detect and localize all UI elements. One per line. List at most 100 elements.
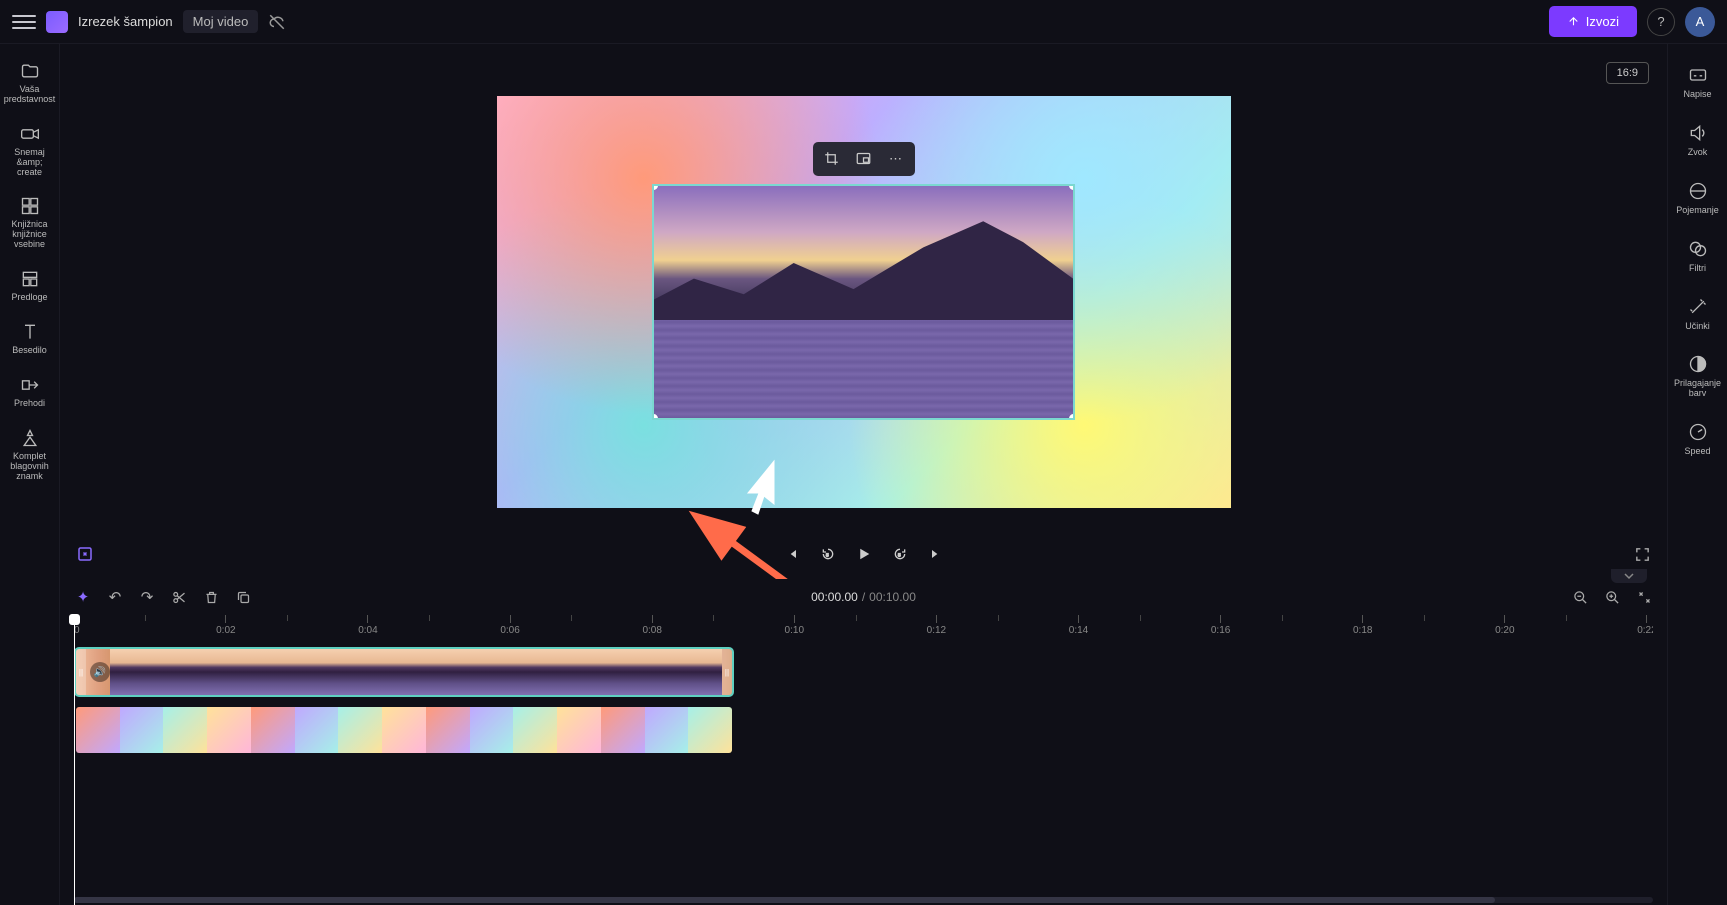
duplicate-button[interactable] [234,588,252,606]
aspect-ratio-badge[interactable]: 16:9 [1606,62,1649,84]
clip-audio-icon[interactable]: 🔊 [90,662,110,682]
panel-item-fade[interactable]: Pojemanje [1668,174,1727,222]
export-label: Izvozi [1586,14,1619,29]
panel-label: Speed [1684,447,1710,457]
speed-icon [1687,421,1709,443]
sidebar-label: Snemaj &amp; create [2,148,57,178]
panel-item-effects[interactable]: Učinki [1668,290,1727,338]
panel-item-audio[interactable]: Zvok [1668,116,1727,164]
panel-label: Prilagajanje barv [1674,379,1721,399]
clip-toolbar: ⋯ [813,142,915,176]
skip-start-button[interactable] [783,545,801,563]
cloud-off-icon [268,13,286,31]
right-sidebar: Napise Zvok Pojemanje Filtri Učinki Pril… [1667,44,1727,905]
video-title[interactable]: Moj video [183,10,259,33]
camera-icon [19,123,41,145]
crop-button[interactable] [819,147,845,171]
timecode: 00:00.00 / 00:10.00 [811,590,916,604]
ruler-tick: 0:06 [500,615,519,637]
library-icon [19,195,41,217]
redo-button[interactable]: ↷ [138,588,156,606]
user-avatar[interactable]: A [1685,7,1715,37]
undo-button[interactable]: ↶ [106,588,124,606]
timeline-scrollbar[interactable] [74,897,1653,903]
timeline-toolbar: ✦ ↶ ↷ 00:00.00 / 00:10.00 [60,579,1667,615]
delete-button[interactable] [202,588,220,606]
panel-item-speed[interactable]: Speed [1668,415,1727,463]
brand-name: Izrezek šampion [78,14,173,29]
text-icon [19,321,41,343]
video-track-2[interactable] [74,705,1653,755]
sidebar-item-library[interactable]: Knjižnica knjižnice vsebine [0,189,59,256]
total-time: 00:10.00 [869,590,916,604]
sidebar-item-transitions[interactable]: Prehodi [0,368,59,415]
panel-label: Pojemanje [1676,206,1719,216]
resize-handle-br[interactable] [1069,414,1075,420]
auto-compose-button[interactable] [76,545,94,563]
ruler-tick: 0:02 [216,615,235,637]
panel-label: Napise [1683,90,1711,100]
fade-icon [1687,180,1709,202]
sidebar-label: Besedilo [12,346,47,356]
split-button[interactable] [170,588,188,606]
sidebar-item-text[interactable]: Besedilo [0,315,59,362]
folder-icon [19,60,41,82]
panel-item-captions[interactable]: Napise [1668,58,1727,106]
sidebar-label: Predloge [11,293,47,303]
templates-icon [19,268,41,290]
panel-item-filters[interactable]: Filtri [1668,232,1727,280]
fwd5-button[interactable]: 5 [891,545,909,563]
resize-handle-bl[interactable] [652,414,658,420]
help-button[interactable]: ? [1647,8,1675,36]
panel-label: Učinki [1685,322,1710,332]
preview-canvas[interactable]: ⋯ ↻ [497,96,1231,508]
timeline-panel: ✦ ↶ ↷ 00:00.00 / 00:10.00 00:020:040:060… [60,579,1667,905]
fullscreen-button[interactable] [1634,546,1651,563]
clip-trim-right[interactable]: || [722,649,732,695]
back5-button[interactable]: 5 [819,545,837,563]
brandkit-icon [19,427,41,449]
sidebar-label: Komplet blagovnih znamk [2,452,57,482]
selected-clip[interactable]: ↻ [652,184,1075,420]
filters-icon [1687,238,1709,260]
skip-end-button[interactable] [927,545,945,563]
sidebar-item-record[interactable]: Snemaj &amp; create [0,117,59,184]
timeline-clip-background[interactable] [74,705,734,755]
speaker-icon [1687,122,1709,144]
video-track-1[interactable]: || 🔊 || [74,647,1653,697]
ruler-tick: 0:04 [358,615,377,637]
app-logo [46,11,68,33]
timeline-clip-video[interactable]: || 🔊 || [74,647,734,697]
fit-button[interactable] [1635,588,1653,606]
panel-item-coloradj[interactable]: Prilagajanje barv [1668,347,1727,405]
sidebar-item-media[interactable]: Vaša predstavnost [0,54,59,111]
time-ruler[interactable]: 00:020:040:060:080:100:120:140:160:180:2… [74,615,1653,637]
menu-button[interactable] [12,10,36,34]
sidebar-item-brandkit[interactable]: Komplet blagovnih znamk [0,421,59,488]
more-button[interactable]: ⋯ [883,147,909,171]
contrast-icon [1687,353,1709,375]
transitions-icon [19,374,41,396]
stage-area: 16:9 ⋯ ↻ [60,44,1667,579]
ruler-tick: 0:18 [1353,615,1372,637]
play-button[interactable] [855,545,873,563]
zoom-out-button[interactable] [1571,588,1589,606]
resize-handle-tr[interactable] [1069,184,1075,190]
ruler-tick: 0:08 [642,615,661,637]
clip-trim-left[interactable]: || [76,649,86,695]
playhead[interactable] [74,615,75,905]
resize-handle-tl[interactable] [652,184,658,190]
export-button[interactable]: Izvozi [1549,6,1637,37]
tracks-area[interactable]: || 🔊 || [60,637,1667,905]
sidebar-item-templates[interactable]: Predloge [0,262,59,309]
svg-text:5: 5 [898,553,901,558]
ruler-tick: 0:12 [927,615,946,637]
zoom-in-button[interactable] [1603,588,1621,606]
pip-button[interactable] [851,147,877,171]
playback-controls: 5 5 [60,529,1667,579]
svg-text:5: 5 [826,553,829,558]
ruler-tick: 0:10 [785,615,804,637]
panel-label: Zvok [1688,148,1708,158]
ruler-tick: 0:22 [1637,615,1653,637]
magic-button[interactable]: ✦ [74,588,92,606]
